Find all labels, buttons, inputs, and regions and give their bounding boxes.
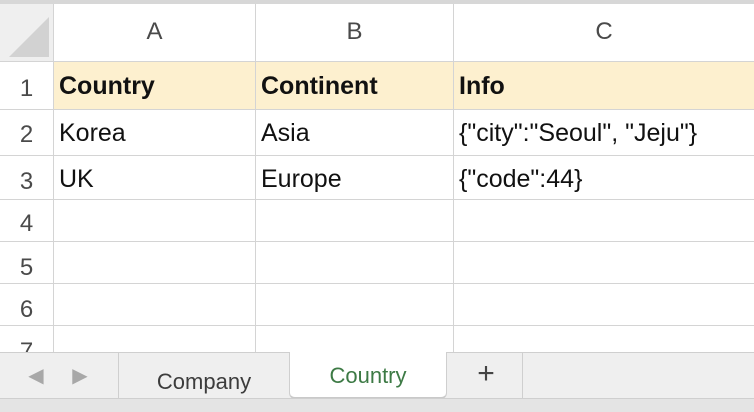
cell-c3[interactable]: {"code":44} (454, 156, 754, 200)
sheet-tab-bar: ◀ ▶ Company Country + (0, 352, 754, 399)
cell-b3[interactable]: Europe (256, 156, 454, 200)
cell-a7[interactable] (54, 326, 256, 352)
spreadsheet: A B C 1 Country Continent Info 2 Korea A… (0, 0, 754, 412)
cell-a3[interactable]: UK (54, 156, 256, 200)
row-header-3[interactable]: 3 (0, 156, 54, 200)
row-header-5[interactable]: 5 (0, 242, 54, 284)
row-header-6[interactable]: 6 (0, 284, 54, 326)
cell-c4[interactable] (454, 200, 754, 242)
cell-b5[interactable] (256, 242, 454, 284)
cell-b4[interactable] (256, 200, 454, 242)
tab-company[interactable]: Company (119, 353, 289, 398)
cell-a2[interactable]: Korea (54, 110, 256, 156)
plus-icon[interactable]: + (471, 359, 501, 389)
select-all-icon (9, 17, 49, 57)
select-all-corner[interactable] (0, 4, 54, 62)
cell-a1[interactable]: Country (54, 62, 256, 110)
cell-a4[interactable] (54, 200, 256, 242)
chevron-left-icon[interactable]: ◀ (26, 365, 46, 387)
cell-b6[interactable] (256, 284, 454, 326)
row-header-4[interactable]: 4 (0, 200, 54, 242)
row-header-1[interactable]: 1 (0, 62, 54, 110)
cell-c5[interactable] (454, 242, 754, 284)
cell-c2[interactable]: {"city":"Seoul", "Jeju"} (454, 110, 754, 156)
column-header-c[interactable]: C (454, 4, 754, 62)
status-strip (0, 398, 754, 412)
cell-c6[interactable] (454, 284, 754, 326)
cell-a6[interactable] (54, 284, 256, 326)
row-header-2[interactable]: 2 (0, 110, 54, 156)
tab-country[interactable]: Country (289, 352, 447, 399)
tab-divider (522, 353, 523, 398)
cell-b1[interactable]: Continent (256, 62, 454, 110)
cell-b2[interactable]: Asia (256, 110, 454, 156)
cell-a5[interactable] (54, 242, 256, 284)
cell-c1[interactable]: Info (454, 62, 754, 110)
row-header-7[interactable]: 7 (0, 326, 54, 352)
chevron-right-icon[interactable]: ▶ (70, 365, 90, 387)
cell-c7[interactable] (454, 326, 754, 352)
column-header-b[interactable]: B (256, 4, 454, 62)
cell-b7[interactable] (256, 326, 454, 352)
column-header-a[interactable]: A (54, 4, 256, 62)
cell-grid: A B C 1 Country Continent Info 2 Korea A… (0, 4, 754, 352)
